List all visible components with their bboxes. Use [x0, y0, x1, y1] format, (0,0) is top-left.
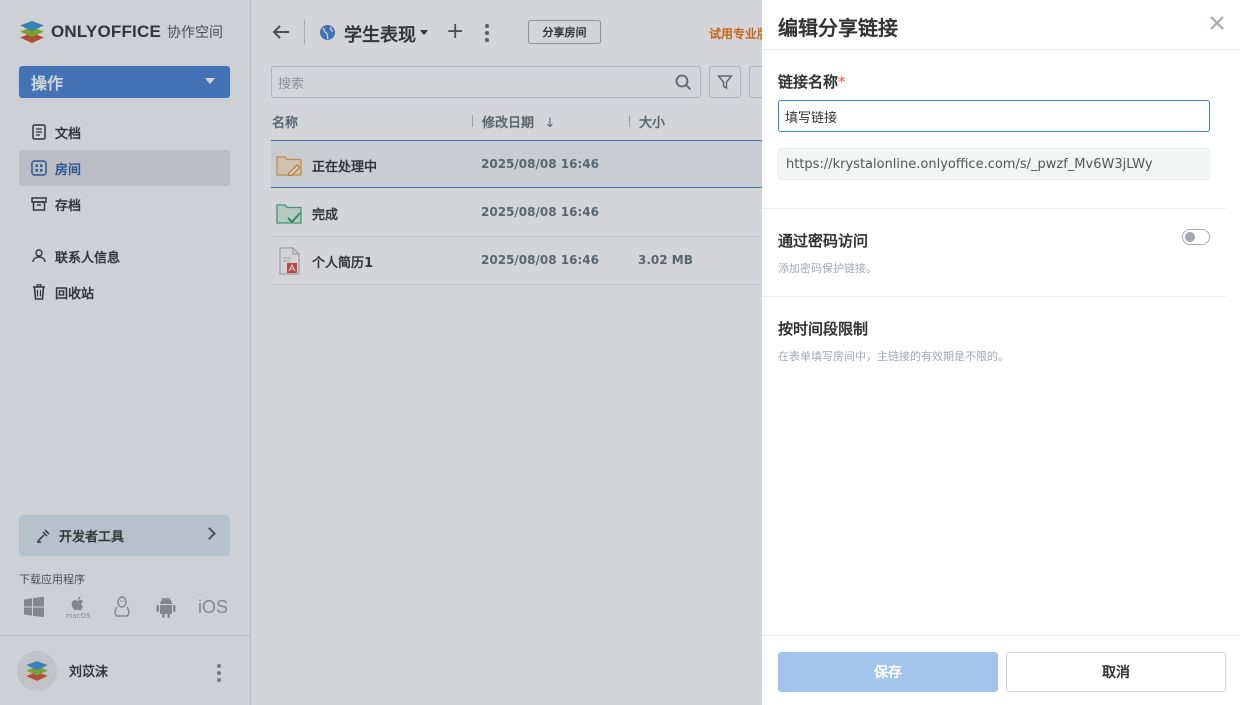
close-icon[interactable]: [1208, 14, 1226, 32]
divider: [762, 635, 1240, 636]
divider: [762, 296, 1226, 297]
required-mark: *: [838, 73, 846, 91]
panel-title: 编辑分享链接: [778, 16, 898, 40]
divider: [762, 49, 1240, 50]
divider: [762, 208, 1226, 209]
link-name-input[interactable]: 填写链接: [778, 100, 1210, 132]
toggle-knob: [1185, 232, 1195, 242]
edit-share-link-panel: 编辑分享链接 链接名称* 填写链接 https://krystalonline.…: [762, 0, 1240, 705]
password-access-title: 通过密码访问: [778, 232, 869, 250]
link-name-label: 链接名称*: [778, 71, 846, 92]
save-button[interactable]: 保存: [778, 652, 998, 692]
cancel-button[interactable]: 取消: [1006, 652, 1226, 692]
link-url-field[interactable]: https://krystalonline.onlyoffice.com/s/_…: [778, 148, 1210, 180]
modal-backdrop[interactable]: [0, 0, 762, 705]
password-access-description: 添加密码保护链接。: [778, 262, 877, 275]
time-limit-title: 按时间段限制: [778, 320, 869, 338]
password-toggle[interactable]: [1182, 229, 1210, 245]
link-name-label-text: 链接名称: [778, 73, 839, 91]
time-limit-description: 在表单填写房间中，主链接的有效期是不限的。: [778, 350, 1009, 363]
